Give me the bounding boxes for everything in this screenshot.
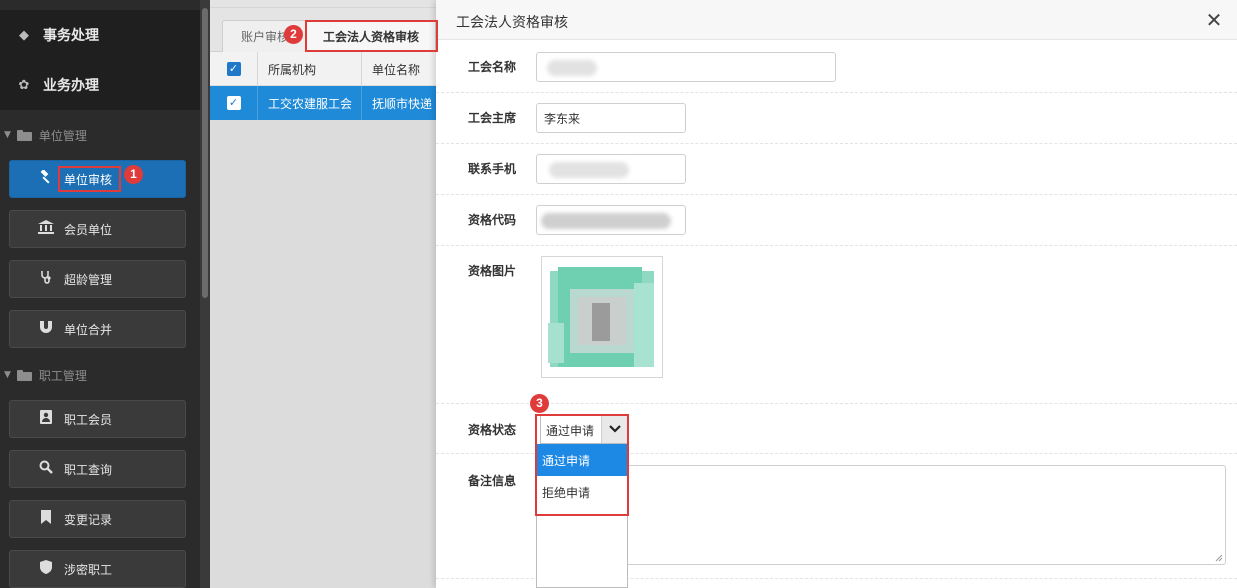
redacted-mask bbox=[549, 162, 629, 178]
sidebar-item-unit-merge[interactable]: 单位合并 bbox=[9, 310, 186, 348]
sidebar-scrollbar-thumb[interactable] bbox=[202, 8, 208, 298]
table-row[interactable]: ✓ 工交农建服工会 抚顺市快递 bbox=[210, 86, 436, 120]
dialog-title: 工会法人资格审核 bbox=[456, 15, 568, 31]
dialog-header: 工会法人资格审核 ✕ bbox=[436, 0, 1237, 40]
union-name-label: 工会名称 bbox=[468, 60, 517, 74]
bookmark-icon bbox=[37, 510, 55, 528]
tab-label: 账户审核 bbox=[240, 30, 289, 44]
close-icon[interactable]: ✕ bbox=[1202, 8, 1226, 32]
sidebar-item-member-units[interactable]: 会员单位 bbox=[9, 210, 186, 248]
annotation-badge-3: 3 bbox=[530, 394, 549, 413]
sidebar-group-staff[interactable]: ▼ 职工管理 bbox=[0, 360, 200, 390]
leaf-icon: ✿ bbox=[18, 77, 30, 93]
search-icon bbox=[37, 460, 55, 478]
union-name-input[interactable] bbox=[536, 52, 836, 82]
tab-label: 工会法人资格审核 bbox=[322, 30, 419, 44]
tab-top-divider bbox=[210, 0, 436, 8]
phone-label: 联系手机 bbox=[468, 162, 517, 176]
tab-union-legal-review[interactable]: 工会法人资格审核 bbox=[306, 20, 436, 52]
caret-down-icon: ▼ bbox=[4, 370, 11, 380]
folder-open-icon bbox=[16, 129, 33, 141]
chairman-value: 李东来 bbox=[544, 111, 581, 126]
column-header[interactable]: 所属机构 bbox=[258, 52, 362, 86]
status-label: 资格状态 bbox=[468, 423, 517, 437]
sidebar-item-business[interactable]: ✿ 业务办理 bbox=[0, 60, 200, 110]
sidebar-item-unit-review[interactable]: 单位审核 bbox=[9, 160, 186, 198]
blurred-image bbox=[548, 263, 658, 373]
sidebar-item-label: 超龄管理 bbox=[64, 272, 113, 287]
sidebar-group-label: 职工管理 bbox=[38, 368, 87, 383]
table-cell: 工交农建服工会 bbox=[258, 86, 362, 120]
remark-textarea[interactable] bbox=[626, 465, 1226, 565]
sidebar-item-affairs[interactable]: ◆ 事务处理 bbox=[0, 10, 200, 60]
chevron-down-icon[interactable] bbox=[601, 415, 627, 443]
annotation-badge-1: 1 bbox=[124, 165, 143, 184]
magnet-icon bbox=[37, 320, 55, 338]
chairman-label: 工会主席 bbox=[468, 111, 517, 125]
stethoscope-icon bbox=[37, 270, 55, 288]
folder-open-icon bbox=[16, 369, 33, 381]
review-dialog: 工会法人资格审核 ✕ 工会名称 工会主席 李东来 联系手机 资格代码 资格图片 bbox=[436, 0, 1237, 588]
column-header[interactable]: 单位名称 bbox=[362, 52, 436, 86]
status-option-approve[interactable]: 通过申请 bbox=[537, 444, 627, 476]
sidebar-item-label: 涉密职工 bbox=[64, 562, 113, 577]
sidebar-item-label: 变更记录 bbox=[64, 512, 113, 527]
sidebar-item-over-age[interactable]: 超龄管理 bbox=[9, 260, 186, 298]
code-input[interactable] bbox=[536, 205, 686, 235]
table-cell: 抚顺市快递 bbox=[372, 96, 433, 111]
status-dropdown-list: 通过申请 拒绝申请 bbox=[536, 444, 628, 588]
tab-bar: 账户审核 工会法人资格审核 bbox=[210, 14, 436, 52]
image-label: 资格图片 bbox=[468, 264, 517, 278]
code-label: 资格代码 bbox=[468, 213, 517, 227]
sidebar-item-label: 业务办理 bbox=[43, 78, 99, 94]
select-all-checkbox[interactable]: ✓ bbox=[210, 52, 258, 86]
tag-icon: ◆ bbox=[19, 27, 29, 43]
sidebar-item-label: 事务处理 bbox=[43, 28, 99, 44]
sidebar-item-label: 单位审核 bbox=[64, 172, 113, 187]
user-card-icon bbox=[37, 410, 55, 428]
row-divider bbox=[436, 403, 1237, 404]
check-icon: ✓ bbox=[226, 96, 241, 110]
redacted-mask bbox=[547, 60, 597, 76]
sidebar-item-label: 会员单位 bbox=[64, 222, 113, 237]
caret-down-icon: ▼ bbox=[4, 130, 11, 140]
grid-empty-area bbox=[210, 120, 436, 588]
row-divider bbox=[436, 92, 1237, 93]
sidebar-item-label: 职工会员 bbox=[64, 412, 113, 427]
grid-header: ✓ 所属机构 单位名称 bbox=[210, 52, 436, 86]
gavel-icon bbox=[37, 169, 55, 188]
sidebar-group-unit[interactable]: ▼ 单位管理 bbox=[0, 120, 200, 150]
shield-icon bbox=[37, 560, 55, 578]
annotation-badge-2: 2 bbox=[284, 25, 303, 44]
qualification-image[interactable] bbox=[541, 256, 663, 378]
sidebar-item-label: 单位合并 bbox=[64, 322, 113, 337]
status-option-reject[interactable]: 拒绝申请 bbox=[537, 476, 627, 508]
sidebar-group-label: 单位管理 bbox=[38, 128, 87, 143]
main-content: 账户审核 工会法人资格审核 ✓ 所属机构 单位名称 ✓ 工交农建服工会 抚顺市快… bbox=[210, 0, 436, 588]
row-divider bbox=[436, 194, 1237, 195]
remark-label: 备注信息 bbox=[468, 474, 517, 488]
row-checkbox[interactable]: ✓ bbox=[210, 86, 258, 120]
phone-input[interactable] bbox=[536, 154, 686, 184]
check-icon: ✓ bbox=[226, 62, 241, 76]
sidebar-item-staff-search[interactable]: 职工查询 bbox=[9, 450, 186, 488]
resize-grip-icon[interactable] bbox=[1215, 554, 1223, 562]
redacted-mask bbox=[541, 213, 671, 229]
status-select[interactable]: 通过申请 bbox=[540, 414, 628, 444]
bank-icon bbox=[37, 220, 55, 238]
row-divider bbox=[436, 245, 1237, 246]
chairman-input[interactable]: 李东来 bbox=[536, 103, 686, 133]
sidebar: ◆ 事务处理 ✿ 业务办理 ▼ 单位管理 单位审核 会员单位 超龄管理 单位合并… bbox=[0, 0, 200, 588]
row-divider bbox=[436, 143, 1237, 144]
status-select-value: 通过申请 bbox=[546, 424, 595, 438]
sidebar-item-label: 职工查询 bbox=[64, 462, 113, 477]
sidebar-item-staff-members[interactable]: 职工会员 bbox=[9, 400, 186, 438]
sidebar-item-classified-staff[interactable]: 涉密职工 bbox=[9, 550, 186, 588]
sidebar-item-change-log[interactable]: 变更记录 bbox=[9, 500, 186, 538]
